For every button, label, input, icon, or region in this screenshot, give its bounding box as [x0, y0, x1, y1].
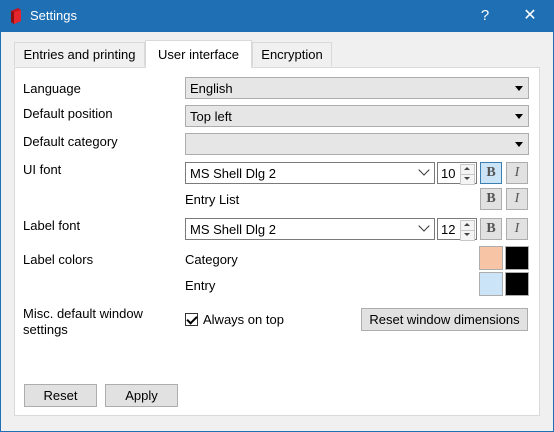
entry-background-swatch[interactable]: [479, 272, 503, 296]
ui-font-size-spinner[interactable]: 10: [437, 162, 477, 185]
preview-italic-button[interactable]: I: [506, 188, 528, 210]
default-category-label: Default category: [23, 134, 118, 149]
label-font-italic-button[interactable]: I: [506, 218, 528, 240]
language-combo[interactable]: English: [185, 77, 529, 99]
category-background-swatch[interactable]: [479, 246, 503, 270]
language-label: Language: [23, 81, 81, 96]
ui-font-preview: Entry List: [185, 192, 240, 207]
title-bar: Settings ? ✕: [0, 0, 554, 32]
ui-font-label: UI font: [23, 162, 62, 177]
default-position-combo[interactable]: Top left: [185, 105, 529, 127]
label-font-bold-button[interactable]: B: [480, 218, 502, 240]
tab-entries-and-printing[interactable]: Entries and printing: [14, 42, 145, 66]
misc-settings-label: Misc. default window settings: [23, 306, 143, 337]
app-book-icon: [11, 8, 21, 24]
entry-foreground-swatch[interactable]: [505, 272, 529, 296]
label-colors-label: Label colors: [23, 252, 94, 267]
tab-user-interface[interactable]: User interface: [145, 40, 252, 68]
default-category-combo[interactable]: [185, 133, 529, 155]
dropdown-arrow-icon: [515, 142, 523, 147]
dropdown-arrow-icon: [515, 114, 523, 119]
reset-button[interactable]: Reset: [24, 384, 97, 407]
ui-font-family-combo[interactable]: MS Shell Dlg 2: [185, 162, 435, 184]
always-on-top-checkbox[interactable]: [185, 313, 198, 326]
label-font-size-value: 12: [441, 222, 456, 237]
checkmark-icon: [186, 313, 198, 325]
default-position-label: Default position: [23, 106, 113, 121]
label-font-size-spinner[interactable]: 12: [437, 218, 477, 241]
default-position-value: Top left: [190, 109, 232, 124]
ui-font-size-value: 10: [441, 166, 456, 181]
label-font-family-value: MS Shell Dlg 2: [190, 222, 276, 237]
chevron-down-icon: [418, 164, 430, 176]
label-font-family-combo[interactable]: MS Shell Dlg 2: [185, 218, 435, 240]
spin-down-icon[interactable]: [460, 174, 475, 185]
reset-window-dimensions-button[interactable]: Reset window dimensions: [361, 308, 528, 331]
spin-down-icon[interactable]: [460, 230, 475, 241]
help-button[interactable]: ?: [470, 4, 500, 28]
category-color-label: Category: [185, 252, 238, 267]
ui-font-italic-button[interactable]: I: [506, 162, 528, 184]
ui-font-bold-button[interactable]: B: [480, 162, 502, 184]
preview-bold-button[interactable]: B: [480, 188, 502, 210]
label-font-label: Label font: [23, 218, 81, 233]
ui-font-family-value: MS Shell Dlg 2: [190, 166, 276, 181]
close-button[interactable]: ✕: [515, 4, 545, 28]
apply-button[interactable]: Apply: [105, 384, 178, 407]
always-on-top-label: Always on top: [203, 312, 284, 327]
chevron-down-icon: [418, 220, 430, 232]
category-foreground-swatch[interactable]: [505, 246, 529, 270]
entry-color-label: Entry: [185, 278, 216, 293]
window-title: Settings: [30, 8, 77, 23]
tab-encryption[interactable]: Encryption: [252, 42, 332, 66]
dropdown-arrow-icon: [515, 86, 523, 91]
language-value: English: [190, 81, 233, 96]
